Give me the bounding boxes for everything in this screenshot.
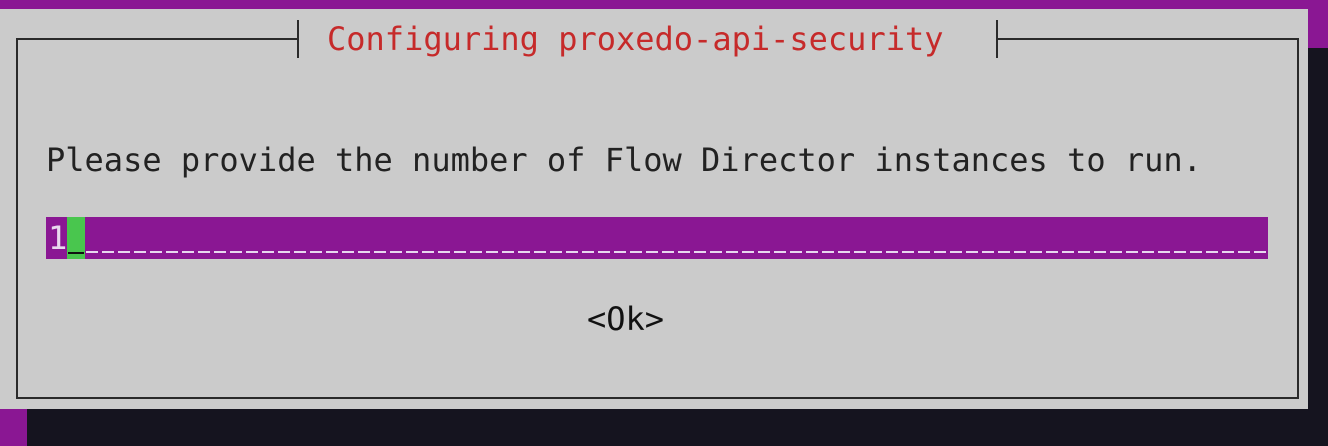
- instance-count-value: 1: [48, 219, 68, 257]
- instance-count-prompt: Please provide the number of Flow Direct…: [46, 141, 1202, 179]
- dialog-shadow-bottom: [27, 409, 1328, 446]
- cursor-underline: [68, 252, 84, 254]
- title-separator-left: [297, 20, 299, 58]
- input-underline: [86, 251, 1266, 253]
- title-separator-right: [996, 20, 998, 58]
- dialog-frame-top-left: [16, 38, 299, 40]
- dialog-shadow-right: [1308, 48, 1328, 446]
- ok-button[interactable]: <Ok>: [587, 299, 664, 339]
- configuration-dialog: Configuring proxedo-api-security Please …: [0, 9, 1308, 409]
- dialog-frame-top-right: [996, 38, 1299, 40]
- instance-count-input[interactable]: 1: [46, 217, 1268, 259]
- dialog-title: Configuring proxedo-api-security: [327, 20, 944, 58]
